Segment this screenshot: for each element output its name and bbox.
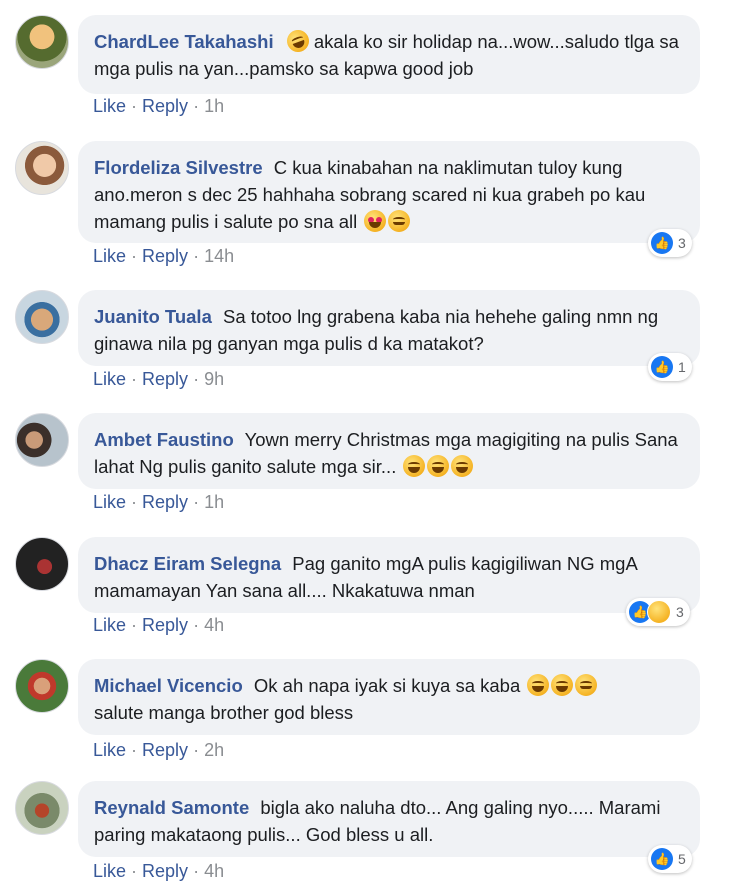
smiling-emoji-icon xyxy=(388,210,411,232)
avatar[interactable] xyxy=(15,537,69,591)
tears-emoji-icon xyxy=(427,455,450,477)
comment-bubble: Michael Vicencio Ok ah napa iyak si kuya… xyxy=(78,659,700,735)
comment-text: salute manga brother god bless xyxy=(94,702,354,723)
tears-emoji-icon xyxy=(451,455,474,477)
haha-reaction-icon xyxy=(647,600,671,624)
reply-link[interactable]: Reply xyxy=(142,861,188,881)
comment-actions: Like · Reply · 14h xyxy=(93,246,235,266)
timestamp[interactable]: 1h xyxy=(204,96,224,116)
like-link[interactable]: Like xyxy=(93,861,126,881)
like-link[interactable]: Like xyxy=(93,740,126,760)
comment-author[interactable]: ChardLee Takahashi xyxy=(94,31,274,52)
grin-emoji-icon xyxy=(527,674,550,696)
like-reaction-icon: 👍 xyxy=(651,232,673,254)
timestamp[interactable]: 1h xyxy=(204,492,224,512)
reaction-count-pill[interactable]: 👍 5 xyxy=(648,845,692,873)
avatar[interactable] xyxy=(15,290,69,344)
comment-author[interactable]: Flordeliza Silvestre xyxy=(94,157,263,178)
comment-author[interactable]: Dhacz Eiram Selegna xyxy=(94,553,281,574)
reply-link[interactable]: Reply xyxy=(142,492,188,512)
reply-link[interactable]: Reply xyxy=(142,246,188,266)
comment-author[interactable]: Juanito Tuala xyxy=(94,306,212,327)
tears-emoji-icon xyxy=(403,455,426,477)
reaction-count: 3 xyxy=(678,235,686,251)
reply-link[interactable]: Reply xyxy=(142,96,188,116)
joy-emoji-icon xyxy=(551,674,574,696)
reaction-count: 1 xyxy=(678,359,686,375)
comment-author[interactable]: Reynald Samonte xyxy=(94,797,249,818)
reaction-count-pill[interactable]: 👍 3 xyxy=(626,598,690,626)
comment-bubble: ChardLee Takahashi akala ko sir holidap … xyxy=(78,15,700,94)
comment-actions: Like · Reply · 1h xyxy=(93,492,225,512)
comment-actions: Like · Reply · 4h xyxy=(93,861,225,881)
timestamp[interactable]: 9h xyxy=(204,369,224,389)
avatar[interactable] xyxy=(15,659,69,713)
comment-actions: Like · Reply · 1h xyxy=(93,96,225,116)
like-link[interactable]: Like xyxy=(93,369,126,389)
like-link[interactable]: Like xyxy=(93,492,126,512)
timestamp[interactable]: 2h xyxy=(204,740,224,760)
like-link[interactable]: Like xyxy=(93,615,126,635)
reaction-count: 5 xyxy=(678,851,686,867)
comment-bubble: Flordeliza Silvestre C kua kinabahan na … xyxy=(78,141,700,243)
reaction-count-pill[interactable]: 👍 3 xyxy=(648,229,692,257)
timestamp[interactable]: 4h xyxy=(204,861,224,881)
reply-link[interactable]: Reply xyxy=(142,369,188,389)
comment-bubble: Reynald Samonte bigla ako naluha dto... … xyxy=(78,781,700,857)
reaction-count-pill[interactable]: 👍 1 xyxy=(648,353,692,381)
avatar[interactable] xyxy=(15,15,69,69)
like-reaction-icon: 👍 xyxy=(651,356,673,378)
like-reaction-icon: 👍 xyxy=(651,848,673,870)
avatar[interactable] xyxy=(15,781,69,835)
comment-actions: Like · Reply · 9h xyxy=(93,369,225,389)
comment-bubble: Ambet Faustino Yown merry Christmas mga … xyxy=(78,413,700,489)
reply-link[interactable]: Reply xyxy=(142,615,188,635)
comment-text: Ok ah napa iyak si kuya sa kaba xyxy=(253,675,521,696)
reply-link[interactable]: Reply xyxy=(142,740,188,760)
timestamp[interactable]: 4h xyxy=(204,615,224,635)
rofl-emoji-icon xyxy=(283,26,312,56)
like-link[interactable]: Like xyxy=(93,246,126,266)
like-link[interactable]: Like xyxy=(93,96,126,116)
comment-bubble: Dhacz Eiram Selegna Pag ganito mgA pulis… xyxy=(78,537,700,613)
reaction-count: 3 xyxy=(676,604,684,620)
smile-emoji-icon xyxy=(575,674,598,696)
comment-bubble: Juanito Tuala Sa totoo lng grabena kaba … xyxy=(78,290,700,366)
timestamp[interactable]: 14h xyxy=(204,246,234,266)
comment-author[interactable]: Ambet Faustino xyxy=(94,429,234,450)
heart-eyes-emoji-icon xyxy=(364,210,387,232)
comment-author[interactable]: Michael Vicencio xyxy=(94,675,243,696)
comment-actions: Like · Reply · 4h xyxy=(93,615,225,635)
avatar[interactable] xyxy=(15,141,69,195)
comment-actions: Like · Reply · 2h xyxy=(93,740,225,760)
avatar[interactable] xyxy=(15,413,69,467)
